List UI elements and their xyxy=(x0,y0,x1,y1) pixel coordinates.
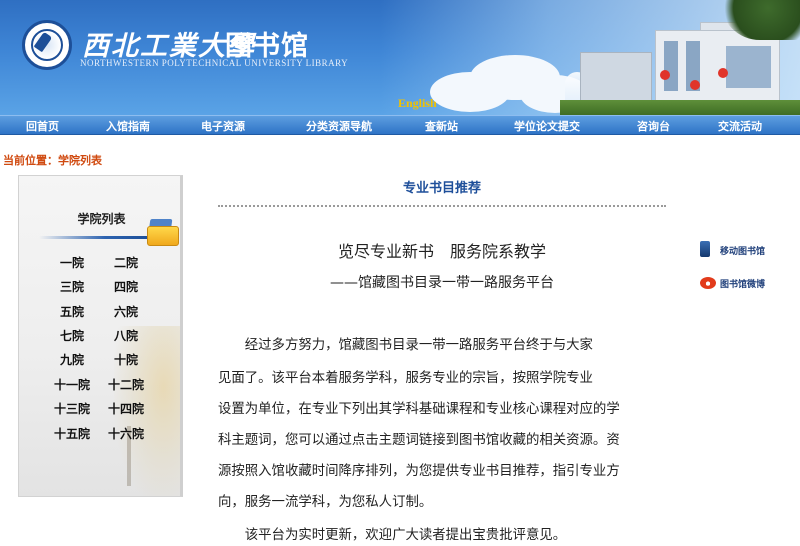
college-link-3[interactable]: 三院 xyxy=(60,278,84,295)
college-link-4[interactable]: 四院 xyxy=(114,278,138,295)
college-link-7[interactable]: 七院 xyxy=(60,327,84,344)
section-divider xyxy=(218,205,666,207)
nav-item-subject-navigation[interactable]: 分类资源导航 xyxy=(306,118,372,134)
building-illustration xyxy=(580,52,652,102)
article-headline: 览尽专业新书 服务院系教学 xyxy=(337,242,546,261)
college-sidebar: 学院列表 一院 二院 三院 四院 五院 六院 七院 八院 九院 十院 十一院 十… xyxy=(18,175,183,497)
sidebar-divider xyxy=(39,236,149,239)
mobile-phone-icon xyxy=(700,241,710,257)
header-banner: 西北工業大學 图书馆 NORTHWESTERN POLYTECHNICAL UN… xyxy=(0,0,800,115)
college-link-11[interactable]: 十一院 xyxy=(54,376,90,393)
library-english-name: NORTHWESTERN POLYTECHNICAL UNIVERSITY LI… xyxy=(80,58,349,68)
college-link-16[interactable]: 十六院 xyxy=(108,425,144,442)
lantern-decoration xyxy=(718,68,728,78)
college-link-8[interactable]: 八院 xyxy=(114,327,138,344)
university-seal-logo[interactable] xyxy=(22,20,72,70)
breadcrumb-current[interactable]: 学院列表 xyxy=(58,154,102,167)
mobile-library-link[interactable]: 移动图书馆 xyxy=(700,241,770,259)
main-nav: 回首页 入馆指南 电子资源 分类资源导航 查新站 学位论文提交 咨询台 交流活动 xyxy=(0,115,800,135)
article-subheadline: ——馆藏图书目录一带一路服务平台 xyxy=(330,275,554,291)
nav-item-help-desk[interactable]: 咨询台 xyxy=(637,118,670,134)
college-link-9[interactable]: 九院 xyxy=(60,351,84,368)
college-link-1[interactable]: 一院 xyxy=(60,254,84,271)
english-version-link[interactable]: English xyxy=(398,96,437,111)
article-paragraph-line: 设置为单位，在专业下列出其学科基础课程和专业核心课程对应的学 xyxy=(218,402,620,417)
mobile-library-label: 移动图书馆 xyxy=(720,247,766,257)
library-building-illustration xyxy=(655,30,780,105)
college-link-10[interactable]: 十院 xyxy=(114,351,138,368)
college-link-14[interactable]: 十四院 xyxy=(108,400,144,417)
section-title: 专业书目推荐 xyxy=(402,181,481,196)
folder-icon xyxy=(147,219,180,247)
nav-item-activities[interactable]: 交流活动 xyxy=(718,118,762,134)
nav-item-home[interactable]: 回首页 xyxy=(26,118,59,134)
lantern-decoration xyxy=(660,70,670,80)
college-link-5[interactable]: 五院 xyxy=(60,303,84,320)
article-paragraph-line: 科主题词，您可以通过点击主题词链接到图书馆收藏的相关资源。资 xyxy=(218,433,620,448)
library-weibo-link[interactable]: 图书馆微博 xyxy=(700,274,770,292)
college-link-6[interactable]: 六院 xyxy=(114,303,138,320)
college-link-15[interactable]: 十五院 xyxy=(54,425,90,442)
breadcrumb: 当前位置：学院列表 xyxy=(3,152,102,168)
college-link-12[interactable]: 十二院 xyxy=(108,376,144,393)
nav-item-e-resources[interactable]: 电子资源 xyxy=(201,118,245,134)
breadcrumb-prefix: 当前位置： xyxy=(3,154,58,167)
weibo-icon xyxy=(700,277,716,289)
article-paragraph-line: 经过多方努力，馆藏图书目录一带一路服务平台终于与大家 xyxy=(218,338,593,353)
college-link-2[interactable]: 二院 xyxy=(114,254,138,271)
banner-cloud xyxy=(430,72,510,112)
nav-item-guide[interactable]: 入馆指南 xyxy=(106,118,150,134)
article-paragraph: 该平台为实时更新，欢迎广大读者提出宝贵批评意见。 xyxy=(218,528,567,543)
article-paragraph-line: 见面了。该平台本着服务学科，服务专业的宗旨，按照学院专业 xyxy=(218,371,593,386)
lawn-illustration xyxy=(560,100,800,115)
college-link-13[interactable]: 十三院 xyxy=(54,400,90,417)
library-weibo-label: 图书馆微博 xyxy=(720,280,766,290)
lantern-decoration xyxy=(690,80,700,90)
nav-item-novelty-search[interactable]: 查新站 xyxy=(425,118,458,134)
article-paragraph-line: 源按照入馆收藏时间降序排列，为您提供专业书目推荐，指引专业方 xyxy=(218,464,620,479)
nav-item-thesis-submission[interactable]: 学位论文提交 xyxy=(514,118,580,134)
article-paragraph-line: 向，服务一流学科，为您私人订制。 xyxy=(218,495,433,510)
